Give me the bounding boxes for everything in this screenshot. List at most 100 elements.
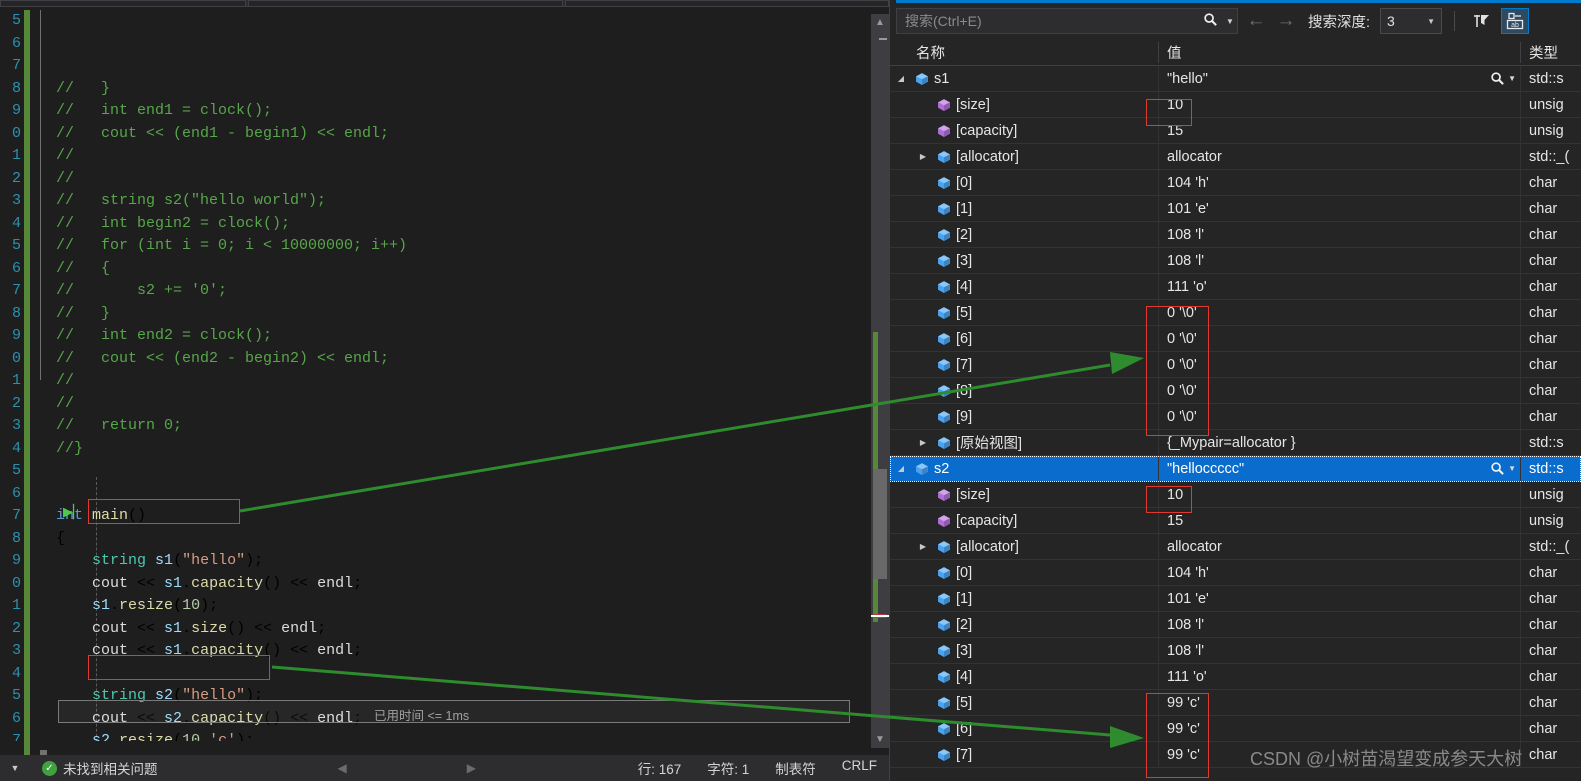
- watch-value-cell[interactable]: 111 'o': [1158, 274, 1520, 299]
- watch-value-cell[interactable]: 111 'o': [1158, 664, 1520, 689]
- watch-row[interactable]: [capacity] 15 unsig: [890, 508, 1581, 534]
- watch-value-cell[interactable]: 15: [1158, 508, 1520, 533]
- watch-value-cell[interactable]: 0 '\0': [1158, 352, 1520, 377]
- watch-name-cell[interactable]: [5]: [890, 300, 1158, 325]
- watch-value-cell[interactable]: "helloccccc" ▼: [1158, 456, 1520, 481]
- twisty-collapsed-icon[interactable]: [912, 438, 934, 447]
- watch-value-cell[interactable]: 108 'l': [1158, 612, 1520, 637]
- watch-name-cell[interactable]: s2: [890, 456, 1158, 481]
- search-depth-select[interactable]: 3 ▼: [1380, 8, 1443, 34]
- code-line[interactable]: //: [52, 145, 889, 168]
- nav-back-arrow-icon[interactable]: ←: [1244, 10, 1268, 32]
- watch-row[interactable]: [4] 111 'o' char: [890, 274, 1581, 300]
- watch-value-cell[interactable]: 108 'l': [1158, 222, 1520, 247]
- watch-grid-body[interactable]: s1"hello"▼std::s[size]10unsig[capacity]1…: [890, 66, 1581, 781]
- watch-value-cell[interactable]: 104 'h': [1158, 170, 1520, 195]
- code-line[interactable]: s1.resize(10);: [52, 595, 889, 618]
- code-line[interactable]: cout << s1.capacity() << endl;: [52, 573, 889, 596]
- watch-value-cell[interactable]: 10: [1158, 92, 1520, 117]
- watch-row[interactable]: [9] 0 '\0' char: [890, 404, 1581, 430]
- watch-name-cell[interactable]: [0]: [890, 560, 1158, 585]
- search-input[interactable]: [897, 13, 1197, 29]
- code-line[interactable]: // for (int i = 0; i < 10000000; i++): [52, 235, 889, 258]
- watch-row[interactable]: [0] 104 'h' char: [890, 560, 1581, 586]
- watch-name-cell[interactable]: [2]: [890, 222, 1158, 247]
- code-line[interactable]: string s1("hello");: [52, 550, 889, 573]
- status-eol[interactable]: CRLF: [842, 758, 877, 778]
- watch-row[interactable]: [6] 99 'c' char: [890, 716, 1581, 742]
- watch-name-cell[interactable]: [0]: [890, 170, 1158, 195]
- watch-name-cell[interactable]: [6]: [890, 326, 1158, 351]
- watch-row[interactable]: s1 "hello" ▼ std::s: [890, 66, 1581, 92]
- code-folding-column[interactable]: −: [32, 7, 52, 773]
- watch-row[interactable]: [size] 10 unsig: [890, 482, 1581, 508]
- code-line[interactable]: //}: [52, 438, 889, 461]
- code-line[interactable]: {: [52, 528, 889, 551]
- watch-value-cell[interactable]: 0 '\0': [1158, 326, 1520, 351]
- watch-value-cell[interactable]: 10: [1158, 482, 1520, 507]
- watch-name-cell[interactable]: [size]: [890, 482, 1158, 507]
- code-line[interactable]: // s2 += '0';: [52, 280, 889, 303]
- watch-row[interactable]: [原始视图] {_Mypair=allocator } std::s: [890, 430, 1581, 456]
- column-header-name[interactable]: 名称: [890, 42, 1158, 63]
- watch-name-cell[interactable]: [1]: [890, 586, 1158, 611]
- watch-value-cell[interactable]: allocator: [1158, 144, 1520, 169]
- watch-row[interactable]: [capacity] 15 unsig: [890, 118, 1581, 144]
- value-visualizer-icon[interactable]: ▼: [1490, 461, 1516, 476]
- search-icon[interactable]: [1197, 12, 1223, 31]
- watch-row[interactable]: [5] 0 '\0' char: [890, 300, 1581, 326]
- chevron-down-icon[interactable]: ▼: [1427, 17, 1435, 26]
- watch-value-cell[interactable]: 15: [1158, 118, 1520, 143]
- watch-row[interactable]: s2 "helloccccc" ▼ std::s: [890, 456, 1581, 482]
- status-expander-icon[interactable]: ▼: [0, 763, 30, 773]
- code-line[interactable]: //: [52, 370, 889, 393]
- watch-value-cell[interactable]: "hello" ▼: [1158, 66, 1520, 91]
- problems-status[interactable]: ✓ 未找到相关问题: [42, 758, 158, 778]
- next-problem-icon[interactable]: ▶: [467, 761, 476, 775]
- watch-value-cell[interactable]: 108 'l': [1158, 638, 1520, 663]
- pin-filter-button[interactable]: [1467, 8, 1495, 34]
- code-line[interactable]: // cout << (end1 - begin1) << endl;: [52, 123, 889, 146]
- watch-row[interactable]: [allocator] allocator std::_(: [890, 144, 1581, 170]
- watch-name-cell[interactable]: [9]: [890, 404, 1158, 429]
- code-line[interactable]: // return 0;: [52, 415, 889, 438]
- twisty-expanded-icon[interactable]: [890, 464, 912, 473]
- watch-row[interactable]: [2] 108 'l' char: [890, 222, 1581, 248]
- twisty-expanded-icon[interactable]: [890, 74, 912, 83]
- editor-tab-3[interactable]: [564, 0, 889, 6]
- watch-row[interactable]: [allocator] allocator std::_(: [890, 534, 1581, 560]
- watch-name-cell[interactable]: [5]: [890, 690, 1158, 715]
- watch-name-cell[interactable]: [allocator]: [890, 534, 1158, 559]
- editor-tabstrip[interactable]: [0, 0, 889, 7]
- watch-value-cell[interactable]: 104 'h': [1158, 560, 1520, 585]
- code-line[interactable]: //: [52, 168, 889, 191]
- code-line[interactable]: // }: [52, 303, 889, 326]
- watch-name-cell[interactable]: s1: [890, 66, 1158, 91]
- watch-name-cell[interactable]: [3]: [890, 248, 1158, 273]
- watch-name-cell[interactable]: [原始视图]: [890, 430, 1158, 455]
- status-tabs[interactable]: 制表符: [775, 758, 816, 778]
- code-line[interactable]: int main(): [52, 505, 889, 528]
- watch-value-cell[interactable]: 0 '\0': [1158, 300, 1520, 325]
- watch-name-cell[interactable]: [4]: [890, 274, 1158, 299]
- show-variables-button[interactable]: ab: [1501, 8, 1530, 34]
- watch-row[interactable]: [3] 108 'l' char: [890, 638, 1581, 664]
- editor-tab-2[interactable]: [247, 0, 563, 6]
- column-header-value[interactable]: 值: [1158, 41, 1520, 63]
- watch-name-cell[interactable]: [size]: [890, 92, 1158, 117]
- watch-name-cell[interactable]: [7]: [890, 352, 1158, 377]
- watch-name-cell[interactable]: [6]: [890, 716, 1158, 741]
- scroll-thumb[interactable]: [873, 469, 887, 579]
- problem-nav[interactable]: ◀ ▶: [338, 761, 476, 775]
- code-line[interactable]: // cout << (end2 - begin2) << endl;: [52, 348, 889, 371]
- nav-forward-arrow-icon[interactable]: →: [1274, 10, 1298, 32]
- code-line[interactable]: // int begin2 = clock();: [52, 213, 889, 236]
- watch-value-cell[interactable]: allocator: [1158, 534, 1520, 559]
- watch-value-cell[interactable]: 0 '\0': [1158, 404, 1520, 429]
- prev-problem-icon[interactable]: ◀: [338, 761, 347, 775]
- code-line[interactable]: s2.resize(10,'c');: [52, 730, 889, 741]
- watch-row[interactable]: [1] 101 'e' char: [890, 196, 1581, 222]
- watch-value-cell[interactable]: 99 'c': [1158, 690, 1520, 715]
- code-line[interactable]: // string s2("hello world");: [52, 190, 889, 213]
- scroll-down-arrow[interactable]: ▼: [871, 731, 889, 748]
